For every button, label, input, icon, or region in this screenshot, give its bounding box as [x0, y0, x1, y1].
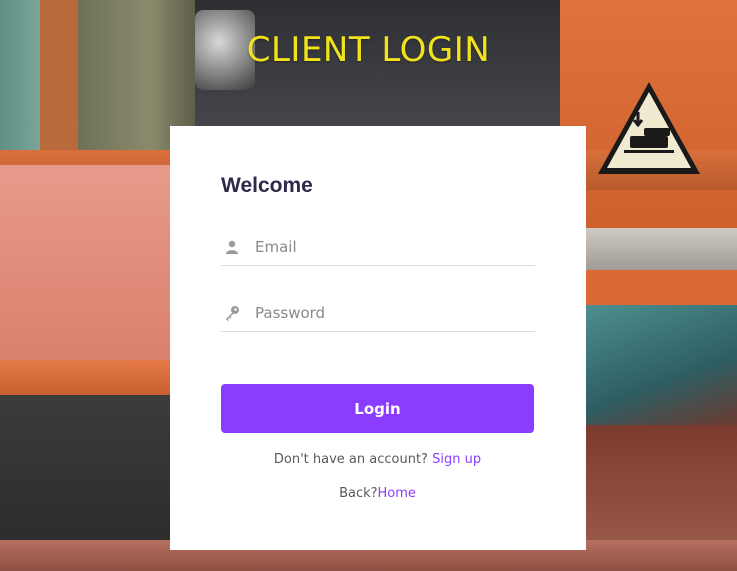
- login-card: Welcome Login Don't have an account? Sig…: [170, 126, 586, 550]
- back-prompt: Back?: [339, 486, 378, 501]
- signup-link[interactable]: Sign up: [432, 452, 481, 467]
- home-link[interactable]: Home: [378, 486, 416, 501]
- email-input[interactable]: [255, 237, 515, 256]
- welcome-heading: Welcome: [221, 174, 313, 197]
- home-line: Back?Home: [221, 486, 534, 501]
- key-icon: [223, 304, 241, 322]
- signup-line: Don't have an account? Sign up: [221, 452, 534, 467]
- signup-prompt: Don't have an account?: [273, 452, 428, 467]
- page-title: CLIENT LOGIN: [246, 30, 491, 70]
- password-field: [221, 294, 535, 332]
- password-input[interactable]: [255, 303, 515, 322]
- user-icon: [223, 238, 241, 256]
- email-field: [221, 228, 535, 266]
- login-button[interactable]: Login: [221, 384, 534, 433]
- hand-crush-warning-icon: [598, 82, 700, 174]
